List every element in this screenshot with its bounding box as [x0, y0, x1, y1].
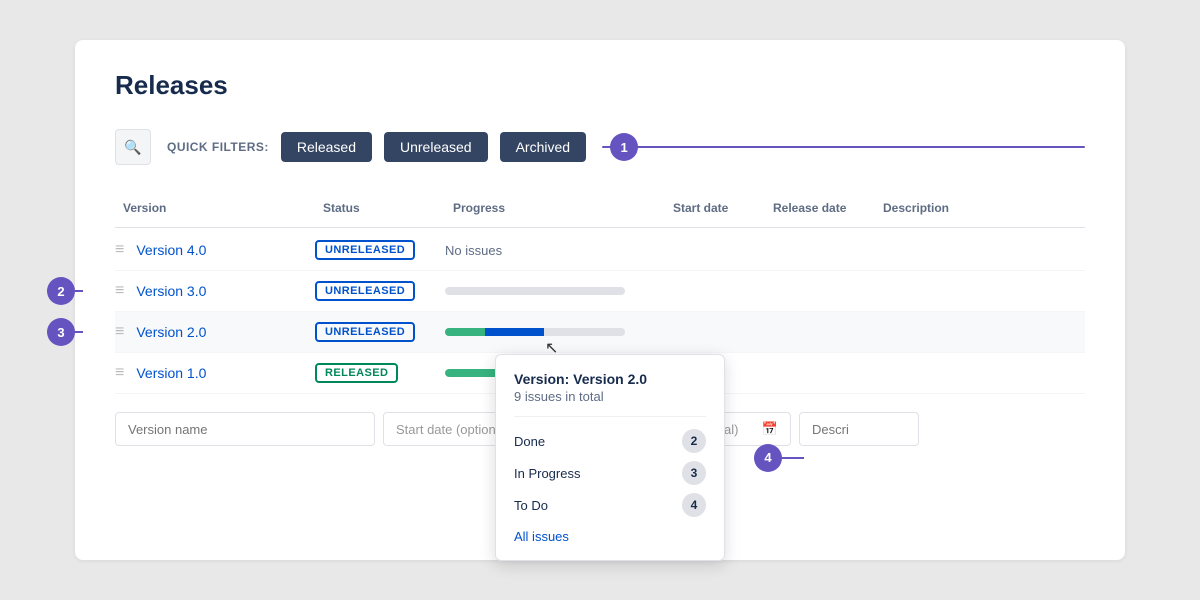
version-link[interactable]: Version 2.0 [136, 324, 206, 340]
start-date-label: Start date (optional) [396, 422, 510, 437]
annotation-badge-4: 4 [754, 444, 782, 472]
unreleased-filter-button[interactable]: Unreleased [384, 132, 488, 162]
version-cell: ≡ Version 1.0 [115, 364, 315, 382]
quick-filters-label: QUICK FILTERS: [167, 140, 269, 154]
tooltip-done-row: Done 2 [514, 425, 706, 457]
inprogress-fill [485, 328, 544, 336]
status-badge: RELEASED [315, 363, 398, 383]
table-row: 2 ≡ Version 3.0 UNRELEASED [115, 271, 1085, 312]
annotation-badge-1: 1 [610, 133, 638, 161]
table-row: ≡ Version 4.0 UNRELEASED No issues [115, 230, 1085, 271]
todo-fill [544, 328, 625, 336]
tooltip-done-count: 2 [682, 429, 706, 453]
col-description: Description [875, 197, 1085, 219]
version-link[interactable]: Version 3.0 [136, 283, 206, 299]
filter-bar: 🔍 QUICK FILTERS: Released Unreleased Arc… [115, 129, 1085, 165]
version-cell: ≡ Version 4.0 [115, 241, 315, 259]
status-badge: UNRELEASED [315, 240, 415, 260]
tooltip-done-label: Done [514, 434, 545, 449]
calendar-icon: 📅 [762, 421, 778, 437]
annotation-group-4: 4 [754, 457, 804, 459]
tooltip-todo-label: To Do [514, 498, 548, 513]
archived-filter-button[interactable]: Archived [500, 132, 586, 162]
version-cell: ≡ Version 3.0 [115, 282, 315, 300]
tooltip-todo-count: 4 [682, 493, 706, 517]
table-row: 3 ≡ Version 2.0 UNRELEASED ↖ [115, 312, 1085, 353]
drag-handle-icon[interactable]: ≡ [115, 241, 130, 259]
status-cell: UNRELEASED [315, 240, 445, 260]
version-name-input[interactable] [115, 412, 375, 446]
annotation-line-1 [602, 146, 1085, 148]
all-issues-link[interactable]: All issues [514, 529, 706, 544]
tooltip-inprogress-label: In Progress [514, 466, 580, 481]
drag-handle-icon[interactable]: ≡ [115, 364, 130, 382]
tooltip-inprogress-count: 3 [682, 461, 706, 485]
tooltip-inprogress-row: In Progress 3 [514, 457, 706, 489]
table-header: Version Status Progress Start date Relea… [115, 197, 1085, 228]
version-link[interactable]: Version 1.0 [136, 365, 206, 381]
annotation-group-2: 2 [47, 290, 83, 292]
status-badge: UNRELEASED [315, 322, 415, 342]
status-cell: UNRELEASED [315, 281, 445, 301]
version-tooltip: Version: Version 2.0 9 issues in total D… [495, 354, 725, 561]
releases-table: Version Status Progress Start date Relea… [115, 197, 1085, 394]
tooltip-todo-row: To Do 4 [514, 489, 706, 521]
progress-bar-multi [445, 328, 625, 336]
progress-cell: ↖ [445, 328, 665, 336]
tooltip-subtitle: 9 issues in total [514, 389, 706, 404]
tooltip-divider [514, 416, 706, 417]
drag-handle-icon[interactable]: ≡ [115, 282, 130, 300]
version-link[interactable]: Version 4.0 [136, 242, 206, 258]
main-card: Releases 🔍 QUICK FILTERS: Released Unrel… [75, 40, 1125, 560]
status-cell: RELEASED [315, 363, 445, 383]
col-startdate: Start date [665, 197, 765, 219]
description-input[interactable] [799, 412, 919, 446]
progress-bar [445, 287, 625, 295]
page-title: Releases [115, 70, 1085, 101]
search-icon: 🔍 [124, 139, 141, 156]
annotation-badge-2: 2 [47, 277, 75, 305]
col-releasedate: Release date [765, 197, 875, 219]
annotation-group-3: 3 [47, 331, 83, 333]
done-fill [445, 328, 485, 336]
released-filter-button[interactable]: Released [281, 132, 372, 162]
drag-handle-icon[interactable]: ≡ [115, 323, 130, 341]
annotation-badge-3: 3 [47, 318, 75, 346]
progress-cell [445, 287, 665, 295]
tooltip-title: Version: Version 2.0 [514, 371, 706, 387]
col-progress: Progress [445, 197, 665, 219]
progress-text: No issues [445, 243, 502, 258]
col-status: Status [315, 197, 445, 219]
progress-cell: No issues [445, 243, 665, 258]
col-version: Version [115, 197, 315, 219]
status-cell: UNRELEASED [315, 322, 445, 342]
version-cell: ≡ Version 2.0 [115, 323, 315, 341]
search-box[interactable]: 🔍 [115, 129, 151, 165]
status-badge: UNRELEASED [315, 281, 415, 301]
